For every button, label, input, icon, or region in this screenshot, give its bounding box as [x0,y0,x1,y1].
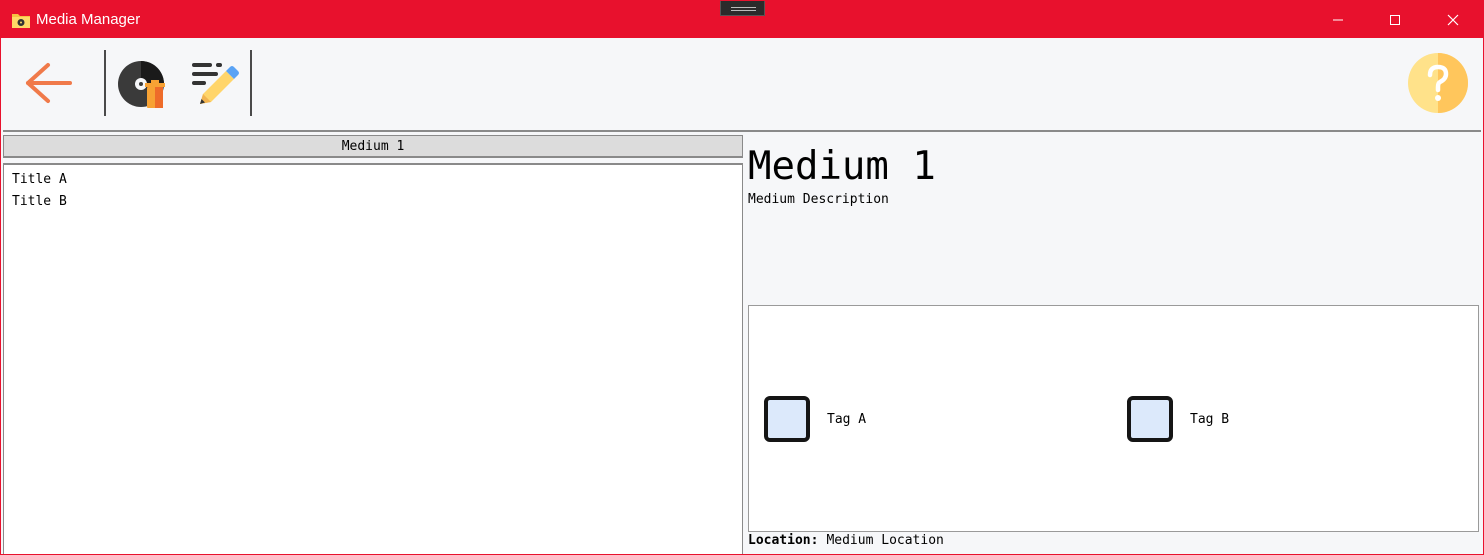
tag-checkbox[interactable] [764,396,810,442]
medium-description: Medium Description [748,192,889,207]
help-icon [1408,53,1468,113]
tag-item[interactable]: Tag B [1127,396,1229,442]
location-value: Medium Location [826,533,944,548]
list-item[interactable]: Title A [4,171,742,193]
drag-handle[interactable] [720,1,765,16]
close-icon [1447,14,1459,25]
tag-item[interactable]: Tag A [764,396,866,442]
toolbar [1,38,1483,130]
help-button[interactable] [1407,52,1469,114]
tag-label: Tag B [1190,411,1230,427]
edit-pencil-icon [192,63,239,104]
location-label: Location: [748,533,819,548]
tags-panel: Tag A Tag B [748,305,1479,532]
back-button[interactable] [19,58,75,108]
toolbar-divider [3,130,1481,132]
title-bar[interactable]: Media Manager [1,1,1483,38]
window-title: Media Manager [36,11,141,28]
location-row: Location: Medium Location [748,533,944,548]
title-list[interactable]: Title A Title B [3,163,743,554]
maximize-button[interactable] [1372,1,1418,38]
back-arrow-icon [26,63,72,103]
minimize-icon [1333,19,1343,20]
tag-label: Tag A [827,411,867,427]
close-button[interactable] [1430,1,1476,38]
medium-list-header[interactable]: Medium 1 [3,135,743,158]
app-window: Media Manager Medium 1 Title A Title B M… [0,0,1484,555]
toolbar-separator [104,50,106,116]
list-item[interactable]: Title B [4,193,742,215]
minimize-button[interactable] [1315,1,1361,38]
maximize-icon [1390,14,1400,25]
disc-trash-icon [118,61,165,108]
medium-title: Medium 1 [748,144,936,189]
delete-medium-button[interactable] [115,56,171,112]
edit-medium-button[interactable] [186,56,242,112]
folder-icon [11,11,31,29]
toolbar-separator [250,50,252,116]
tag-checkbox[interactable] [1127,396,1173,442]
